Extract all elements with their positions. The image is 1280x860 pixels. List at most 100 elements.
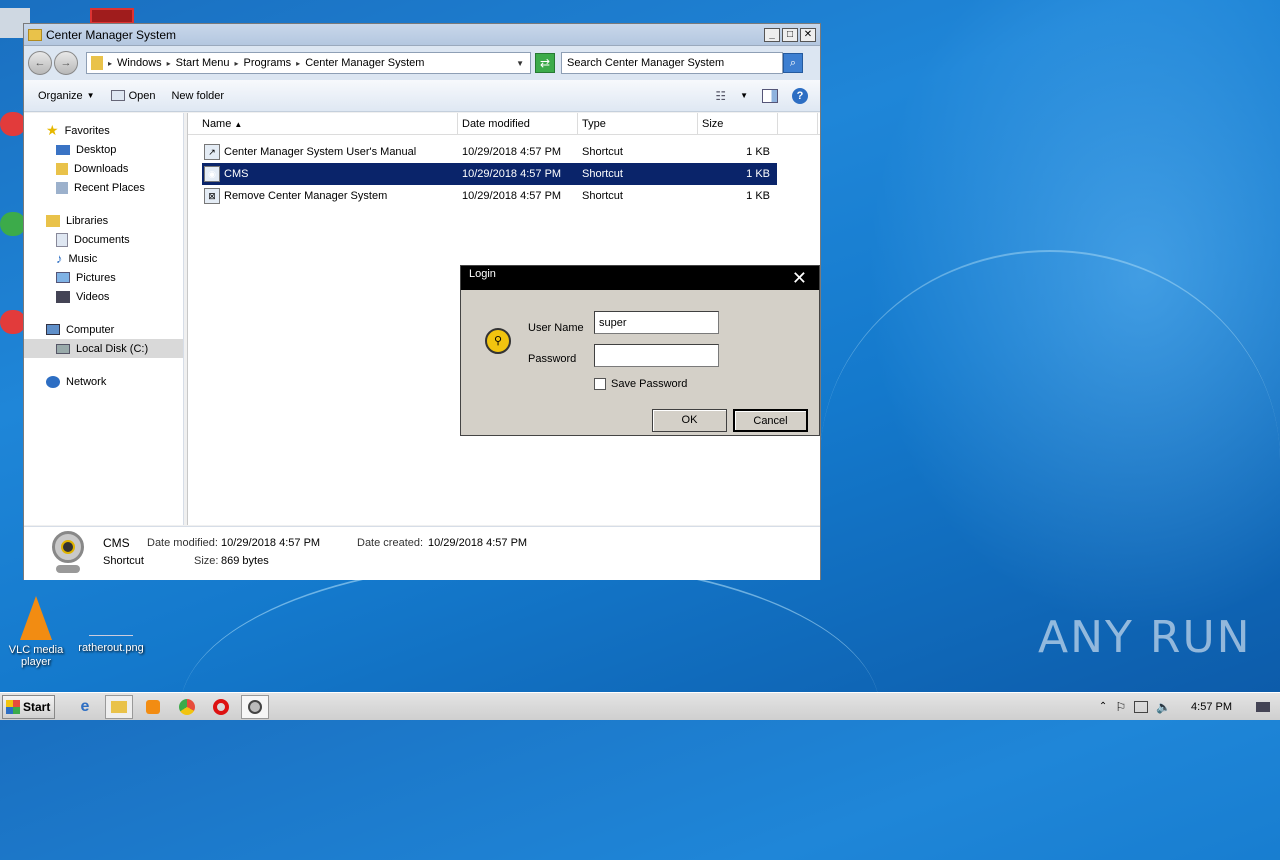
file-size: 1 KB — [746, 168, 770, 180]
command-bar: Organize ▼ Open New folder ☷ ▼ ? — [24, 80, 820, 112]
taskbar: Start e ⌃ ⚐ 🔈 4:57 PM — [0, 692, 1280, 720]
recent-places-icon — [56, 181, 68, 194]
maximize-button[interactable]: □ — [782, 27, 798, 42]
back-button[interactable]: ← — [28, 51, 52, 75]
new-folder-button[interactable]: New folder — [171, 90, 224, 102]
nav-label: Favorites — [64, 124, 110, 137]
cms-taskbar-icon[interactable] — [241, 694, 269, 719]
chrome-icon[interactable] — [173, 695, 201, 719]
nav-desktop[interactable]: Desktop — [24, 140, 183, 159]
username-label: User Name — [528, 322, 584, 334]
libraries-icon — [46, 214, 60, 227]
column-header-type[interactable]: Type — [578, 113, 698, 134]
password-label: Password — [528, 353, 577, 365]
media-player-icon[interactable] — [139, 695, 167, 719]
nav-computer[interactable]: Computer — [24, 320, 183, 339]
document-icon: ↗ — [204, 144, 220, 160]
ie-icon[interactable]: e — [71, 695, 99, 719]
refresh-button[interactable]: ⇄ — [535, 53, 555, 73]
help-icon[interactable]: ? — [792, 87, 808, 104]
ok-button[interactable]: OK — [652, 409, 727, 432]
open-icon — [110, 90, 125, 101]
network-tray-icon[interactable] — [1134, 700, 1149, 713]
nav-videos[interactable]: Videos — [24, 287, 183, 306]
column-header-size[interactable]: Size — [698, 113, 778, 134]
address-bar[interactable]: ▸ Windows ▸ Start Menu ▸ Programs ▸ Cent… — [86, 52, 531, 74]
column-header-name[interactable]: Name ▲ — [188, 113, 458, 134]
nav-libraries[interactable]: Libraries — [24, 211, 183, 230]
file-type: Shortcut — [582, 168, 623, 180]
close-button[interactable]: ✕ — [800, 27, 816, 42]
minimize-button[interactable]: _ — [764, 27, 780, 42]
chevron-down-icon[interactable]: ▼ — [516, 59, 524, 68]
column-header-date[interactable]: Date modified — [458, 113, 578, 134]
desktop-icon-vlc[interactable]: VLC media player — [1, 596, 71, 668]
forward-button[interactable]: → — [54, 51, 78, 75]
chevron-right-icon[interactable]: ▸ — [108, 59, 112, 68]
start-button[interactable]: Start — [2, 694, 55, 719]
chevron-right-icon[interactable]: ▸ — [234, 59, 238, 68]
search-input[interactable]: Search Center Manager System — [561, 52, 783, 74]
login-title-bar[interactable]: Login ✕ — [461, 266, 819, 290]
organize-button[interactable]: Organize ▼ — [38, 90, 95, 102]
nav-network[interactable]: Network — [24, 372, 183, 391]
breadcrumb-item[interactable]: Center Manager System — [305, 57, 424, 69]
nav-music[interactable]: ♪ Music — [24, 249, 183, 268]
star-icon: ★ — [46, 122, 59, 138]
show-hidden-icons-icon[interactable]: ⌃ — [1099, 701, 1107, 712]
camera-icon: ◉ — [204, 166, 220, 182]
close-icon[interactable]: ✕ — [792, 268, 807, 289]
chevron-right-icon[interactable]: ▸ — [296, 59, 300, 68]
nav-local-disk[interactable]: Local Disk (C:) — [24, 339, 183, 358]
nav-pictures[interactable]: Pictures — [24, 268, 183, 287]
webcam-icon — [46, 531, 90, 575]
breadcrumb-item[interactable]: Programs — [243, 57, 291, 69]
save-password-label: Save Password — [611, 378, 688, 390]
start-label: Start — [23, 699, 51, 714]
open-button[interactable]: Open — [110, 90, 155, 102]
desktop-icon-partial[interactable] — [90, 8, 134, 24]
nav-favorites[interactable]: ★ Favorites — [24, 121, 183, 140]
nav-documents[interactable]: Documents — [24, 230, 183, 249]
volume-icon[interactable]: 🔈 — [1156, 700, 1171, 714]
address-row: ← → ▸ Windows ▸ Start Menu ▸ Programs ▸ … — [24, 46, 820, 80]
wallpaper-streak — [820, 250, 1280, 670]
action-center-flag-icon[interactable]: ⚐ — [1115, 700, 1126, 714]
nav-label: Music — [68, 252, 98, 265]
chevron-down-icon[interactable]: ▼ — [740, 91, 748, 100]
watermark: ANY RUN — [1038, 612, 1252, 663]
nav-recent-places[interactable]: Recent Places — [24, 178, 183, 197]
nav-downloads[interactable]: Downloads — [24, 159, 183, 178]
vlc-icon — [20, 596, 52, 640]
explorer-taskbar-icon[interactable] — [105, 694, 133, 719]
opera-icon[interactable] — [207, 695, 235, 719]
new-folder-label: New folder — [171, 89, 225, 102]
view-options-icon[interactable]: ☷ — [715, 89, 726, 103]
column-label: Size — [702, 118, 724, 130]
cancel-button[interactable]: Cancel — [733, 409, 808, 432]
table-row[interactable]: ◉ CMS 10/29/2018 4:57 PM Shortcut 1 KB — [202, 163, 777, 185]
password-field[interactable] — [594, 344, 719, 367]
show-desktop-icon[interactable] — [1256, 701, 1270, 712]
username-field[interactable] — [594, 311, 719, 334]
search-icon[interactable]: ⌕ — [783, 53, 803, 73]
file-icon — [89, 616, 133, 636]
desktop-icon-label: VLC media player — [8, 644, 64, 668]
breadcrumb-item[interactable]: Windows — [117, 57, 162, 69]
preview-pane-icon[interactable] — [762, 88, 778, 103]
nav-label: Recent Places — [74, 181, 145, 194]
clock[interactable]: 4:57 PM — [1191, 701, 1232, 713]
login-icon: ⚲ — [485, 328, 511, 354]
file-name: Center Manager System User's Manual — [224, 146, 417, 158]
table-row[interactable]: ↗ Center Manager System User's Manual 10/… — [202, 141, 777, 163]
chevron-right-icon[interactable]: ▸ — [167, 59, 171, 68]
title-bar[interactable]: Center Manager System _ □ ✕ — [24, 24, 820, 46]
file-size: 1 KB — [746, 190, 770, 202]
desktop-icon-file[interactable]: ratherout.png — [76, 616, 146, 654]
breadcrumb-item[interactable]: Start Menu — [176, 57, 230, 69]
save-password-checkbox[interactable] — [594, 378, 606, 390]
desktop-icon — [56, 144, 70, 155]
column-label: Name — [202, 118, 232, 130]
file-name: CMS — [224, 168, 249, 180]
table-row[interactable]: ⊠ Remove Center Manager System 10/29/2018… — [202, 185, 777, 207]
